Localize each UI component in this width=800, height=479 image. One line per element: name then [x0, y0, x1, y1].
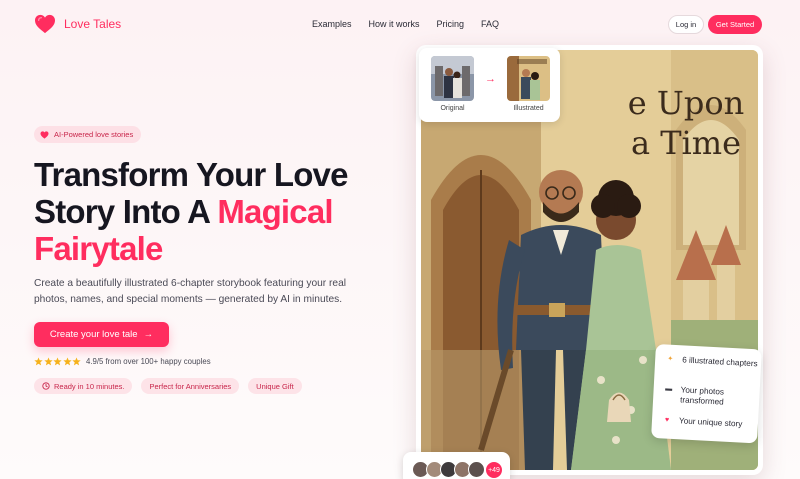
- rating-text: 4.9/5 from over 100+ happy couples: [86, 357, 211, 366]
- original-photo-image: [431, 56, 474, 101]
- feature-photos: ▬ Your photos transformed: [663, 384, 760, 409]
- pill-label: Unique Gift: [256, 381, 294, 391]
- feature-label: 6 illustrated chapters: [681, 355, 758, 369]
- nav-link-faq[interactable]: FAQ: [481, 19, 499, 29]
- nav-link-examples[interactable]: Examples: [312, 19, 352, 29]
- heart-logo-icon: [35, 14, 55, 34]
- illustrated-thumbnail-image: [507, 56, 550, 101]
- star-icon: [53, 357, 62, 366]
- nav-link-pricing[interactable]: Pricing: [437, 19, 465, 29]
- features-card: ✦ 6 illustrated chapters ▬ Your photos t…: [651, 344, 762, 444]
- nav-link-how-it-works[interactable]: How it works: [369, 19, 420, 29]
- feature-label: Your photos transformed: [679, 385, 725, 407]
- book-title-line2: a Time: [630, 124, 742, 162]
- star-icon: [34, 357, 43, 366]
- heart-icon: ♥: [664, 416, 670, 424]
- book-title: e Upon a Time: [591, 83, 758, 163]
- feature-label: Your unique story: [678, 416, 743, 429]
- arrow-right-icon: →: [485, 73, 496, 85]
- hero-description: Create a beautifully illustrated 6-chapt…: [34, 278, 347, 305]
- logo[interactable]: Love Tales: [34, 14, 121, 34]
- star-icon: [43, 357, 53, 366]
- illustrated-thumbnail: [507, 56, 550, 101]
- title-accent-magical: Magical: [217, 193, 333, 230]
- title-accent-fairytale: Fairytale: [34, 230, 163, 267]
- illustrated-label: Illustrated: [513, 105, 544, 112]
- login-button[interactable]: Log in: [668, 15, 704, 34]
- badge-label: AI-Powered love stories: [54, 130, 134, 139]
- heart-icon: [40, 130, 49, 139]
- avatar: [468, 461, 485, 478]
- cta-label: Create your love tale: [49, 329, 138, 340]
- feature-pills: Ready in 10 minutes. Perfect for Anniver…: [34, 378, 302, 394]
- pill-anniversaries: Perfect for Anniversaries: [141, 378, 240, 394]
- title-line2: Story Into A: [34, 193, 218, 230]
- clock-icon: [42, 382, 50, 390]
- pill-label: Perfect for Anniversaries: [149, 381, 232, 391]
- original-photo: [431, 56, 474, 101]
- star-icon: [72, 357, 81, 366]
- ai-badge: AI-Powered love stories: [34, 126, 142, 143]
- title-line1: Transform Your Love: [34, 156, 348, 193]
- original-illustrated-compare: Original → Illustrated: [419, 48, 560, 122]
- pill-ready: Ready in 10 minutes.: [34, 378, 133, 394]
- create-love-tale-button[interactable]: Create your love tale →: [34, 322, 169, 347]
- customer-avatars: +49: [403, 452, 510, 479]
- rating: 4.9/5 from over 100+ happy couples: [34, 357, 211, 366]
- original-label: Original: [440, 105, 465, 112]
- feature-chapters: ✦ 6 illustrated chapters: [665, 355, 758, 370]
- get-started-button[interactable]: Get Started: [708, 15, 762, 34]
- camera-icon: ▬: [664, 385, 673, 393]
- book-title-line1: e Upon: [627, 84, 745, 122]
- brand-name: Love Tales: [64, 17, 122, 31]
- nav-links: Examples How it works Pricing FAQ: [312, 19, 499, 29]
- sparkle-icon: ✦: [667, 355, 674, 363]
- star-icon: [62, 357, 72, 366]
- feature-story: ♥ Your unique story: [662, 415, 743, 429]
- pill-unique-gift: Unique Gift: [248, 378, 302, 394]
- more-avatars-count: +49: [485, 461, 503, 479]
- hero-title: Transform Your Love Story Into A Magical…: [34, 156, 414, 267]
- top-nav: Love Tales Examples How it works Pricing…: [0, 0, 800, 48]
- pill-label: Ready in 10 minutes.: [54, 381, 125, 391]
- stars: [34, 357, 81, 366]
- arrow-right-icon: →: [143, 329, 154, 340]
